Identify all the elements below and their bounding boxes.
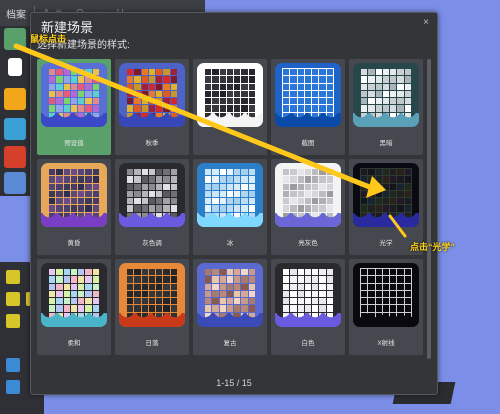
scene-thumbnail (275, 263, 341, 327)
scene-thumbnail (353, 263, 419, 327)
pencil-icon[interactable] (6, 380, 20, 394)
scene-thumbnail (353, 163, 419, 227)
move-icon[interactable] (6, 292, 20, 306)
thumbnail-wave (353, 313, 419, 327)
scene-thumbnail (353, 63, 419, 127)
rotate-icon[interactable] (6, 314, 20, 328)
annotation-click-optics: 点击“光学” (410, 242, 456, 252)
image-icon[interactable] (4, 172, 26, 194)
pager-text: 1-15 / 15 (216, 378, 252, 388)
scene-card[interactable]: 截图 (271, 59, 345, 155)
scene-thumbnail (41, 263, 107, 327)
scene-thumbnail (275, 63, 341, 127)
scene-card[interactable]: 亮灰色 (271, 159, 345, 255)
select-icon[interactable] (6, 358, 20, 372)
thumbnail-wave (119, 313, 185, 327)
scene-card[interactable]: 柔和 (37, 259, 111, 355)
thumbnail-wave (353, 213, 419, 227)
layers-icon[interactable] (8, 58, 22, 76)
scene-label: 预设值 (64, 140, 84, 147)
close-icon[interactable]: × (423, 17, 429, 28)
thumbnail-grid (205, 69, 255, 119)
scene-thumbnail (41, 63, 107, 127)
thumbnail-grid (281, 67, 335, 121)
scene-thumbnail (119, 63, 185, 127)
scene-label: 黄昏 (67, 240, 81, 247)
scene-label: 灰色调 (142, 240, 162, 247)
scene-thumbnail (197, 63, 263, 127)
scene-card[interactable]: 黑暗 (349, 59, 423, 155)
scrollbar-thumb[interactable] (427, 59, 431, 359)
folder-icon[interactable] (4, 88, 26, 110)
thumbnail-wave (119, 213, 185, 227)
scene-thumbnail (197, 163, 263, 227)
scene-label: 亮灰色 (298, 240, 318, 247)
scene-card[interactable]: 复古 (193, 259, 267, 355)
thumbnail-grid (49, 169, 99, 219)
scene-label: 柔和 (67, 340, 81, 347)
thumbnail-wave (197, 213, 263, 227)
photo-icon[interactable] (4, 146, 26, 168)
thumbnail-grid (127, 269, 177, 319)
scene-label: 复古 (223, 340, 237, 347)
scene-card[interactable]: 秋季 (115, 59, 189, 155)
thumbnail-wave (353, 113, 419, 127)
thumbnail-wave (275, 213, 341, 227)
thumbnail-grid (205, 269, 255, 319)
scene-thumbnail (119, 163, 185, 227)
new-scene-icon[interactable] (4, 28, 26, 50)
thumbnail-wave (275, 313, 341, 327)
menu-file[interactable]: 档案 (6, 6, 26, 21)
thumbnail-wave (197, 113, 263, 127)
scene-label: 白色 (301, 340, 315, 347)
scene-label: 冰 (226, 240, 234, 247)
scene-label: 日落 (145, 340, 159, 347)
scene-card[interactable]: 黄昏 (37, 159, 111, 255)
thumbnail-grid (49, 269, 99, 319)
thumbnail-grid (359, 267, 413, 321)
left-toolbar (0, 26, 30, 196)
thumbnail-grid (127, 69, 177, 119)
scene-card[interactable]: 白色 (271, 259, 345, 355)
scene-card[interactable] (193, 59, 267, 155)
thumbnail-grid (283, 269, 333, 319)
thumbnail-wave (41, 113, 107, 127)
scene-thumbnail (119, 263, 185, 327)
scene-card[interactable]: 冰 (193, 159, 267, 255)
scene-card[interactable]: 灰色调 (115, 159, 189, 255)
thumbnail-wave (119, 113, 185, 127)
scene-card[interactable]: 预设值 (37, 59, 111, 155)
scene-thumbnail (197, 263, 263, 327)
scene-style-grid: 预设值 秋季 截图 黑暗 黄昏 灰色调冰亮灰色 光学 柔和 日落 复古 白色 X射线 (37, 59, 423, 371)
scene-label: 黑暗 (379, 140, 393, 147)
thumbnail-wave (197, 313, 263, 327)
hand-icon[interactable] (6, 270, 20, 284)
thumbnail-grid (361, 69, 411, 119)
thumbnail-grid (49, 69, 99, 119)
scene-label: 截图 (301, 140, 315, 147)
scrollbar[interactable] (425, 59, 433, 371)
thumbnail-wave (41, 213, 107, 227)
scene-card[interactable]: X射线 (349, 259, 423, 355)
scene-thumbnail (41, 163, 107, 227)
landscape-icon[interactable] (4, 118, 26, 140)
scene-thumbnail (275, 163, 341, 227)
scene-card[interactable]: 日落 (115, 259, 189, 355)
new-scene-dialog: 新建场景 × 选择新建场景的样式: 预设值 秋季 截图 黑暗 黄昏 灰色调冰亮灰色 光学 柔和… (30, 12, 438, 395)
thumbnail-grid (205, 169, 255, 219)
annotation-click-mouse: 鼠标点击 (30, 34, 67, 44)
thumbnail-wave (275, 113, 341, 127)
thumbnail-grid (127, 169, 177, 219)
scene-label: X射线 (377, 340, 395, 347)
thumbnail-grid (283, 169, 333, 219)
scene-label: 秋季 (145, 140, 159, 147)
thumbnail-grid (359, 167, 413, 221)
thumbnail-wave (41, 313, 107, 327)
